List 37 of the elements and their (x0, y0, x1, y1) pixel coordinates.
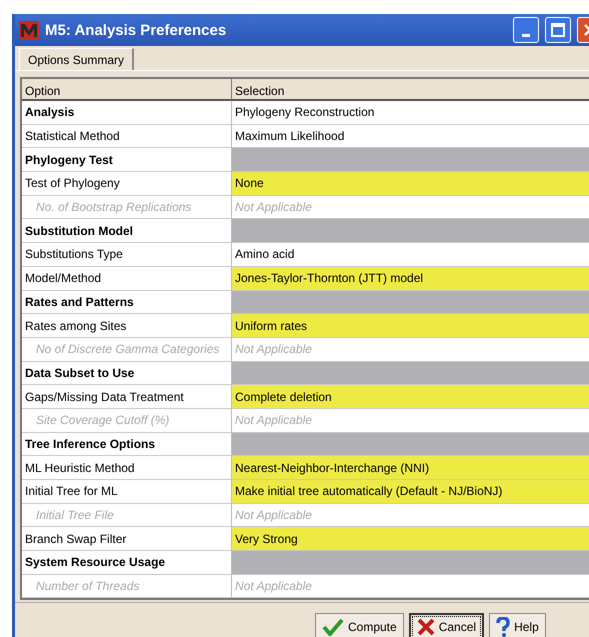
selection-cell[interactable]: Jones-Taylor-Thornton (JTT) model (232, 266, 589, 290)
option-label: Branch Swap Filter (22, 527, 232, 552)
selection-cell: Not Applicable (232, 504, 589, 528)
option-label: ML Heuristic Method (22, 456, 232, 480)
option-label: Substitutions Type (22, 243, 232, 267)
section-heading: Substitution Model (22, 219, 232, 244)
selection-cell[interactable]: Complete deletion (232, 385, 589, 409)
tab[interactable]: Options Summary (19, 48, 134, 70)
option-label: Site Coverage Cutoff (%) (22, 408, 232, 433)
option-label: Test of Phylogeny (22, 172, 232, 196)
selection-cell[interactable]: Uniform rates (232, 314, 589, 338)
column-header[interactable]: Option (22, 79, 232, 101)
option-label: Gaps/Missing Data Treatment (22, 385, 232, 409)
selection-cell[interactable]: Nearest-Neighbor-Interchange (NNI) (232, 456, 589, 480)
option-label: Statistical Method (22, 124, 232, 148)
cancel-button[interactable]: Cancel (408, 613, 484, 637)
section-heading: Analysis (22, 101, 232, 125)
column-header[interactable]: Selection (232, 79, 589, 101)
option-label: Number of Threads (22, 574, 232, 598)
section-heading: Phylogeny Test (22, 148, 232, 172)
section-heading: Rates and Patterns (22, 290, 232, 314)
section-heading: Data Subset to Use (22, 362, 232, 386)
selection-cell[interactable]: None (232, 172, 589, 196)
option-label: Rates among Sites (22, 314, 232, 338)
help-button[interactable]: Help (489, 613, 546, 637)
option-label: No. of Bootstrap Replications (22, 196, 232, 220)
selection-cell[interactable]: Make initial tree automatically (Default - NJ/BioNJ) (232, 480, 589, 504)
option-label: Model/Method (22, 266, 232, 290)
option-label: Initial Tree for ML (22, 480, 232, 504)
option-label: Initial Tree File (22, 504, 232, 528)
window-title: M5: Analysis Preferences (45, 22, 228, 38)
section-heading: Tree Inference Options (22, 432, 232, 456)
selection-cell[interactable]: Very Strong (232, 527, 589, 552)
option-label: No of Discrete Gamma Categories (22, 338, 232, 362)
section-heading: System Resource Usage (22, 551, 232, 575)
selection-cell[interactable]: Maximum Likelihood (232, 124, 589, 148)
compute-button[interactable]: Compute (315, 613, 404, 637)
